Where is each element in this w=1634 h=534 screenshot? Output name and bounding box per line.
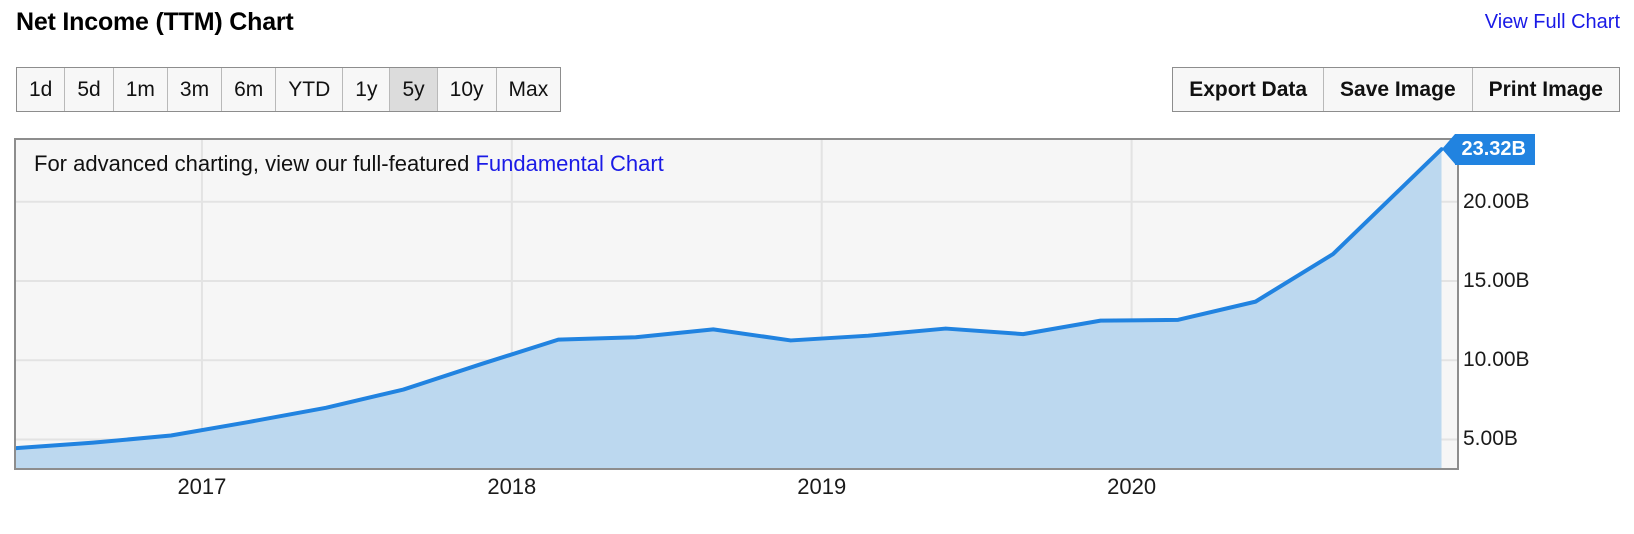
page-title: Net Income (TTM) Chart — [16, 8, 294, 36]
latest-value-badge: 23.32B — [1441, 133, 1535, 165]
y-axis-tick-label: 5.00B — [1463, 427, 1518, 451]
chart-note: For advanced charting, view our full-fea… — [34, 151, 664, 177]
range-button-10y[interactable]: 10y — [437, 68, 497, 111]
chart-note-text: For advanced charting, view our full-fea… — [34, 151, 476, 176]
y-axis-tick-label: 20.00B — [1463, 189, 1530, 213]
range-button-1y[interactable]: 1y — [343, 68, 391, 111]
chart-area[interactable]: For advanced charting, view our full-fea… — [14, 138, 1459, 470]
print-image-button[interactable]: Print Image — [1472, 68, 1619, 111]
range-button-5y[interactable]: 5y — [390, 68, 438, 111]
y-axis-tick-label: 10.00B — [1463, 348, 1530, 372]
y-axis-tick-label: 15.00B — [1463, 269, 1530, 293]
range-button-5d[interactable]: 5d — [65, 68, 114, 111]
net-income-area-chart — [16, 140, 1457, 468]
y-axis-labels: 5.00B 10.00B 15.00B 20.00B — [1463, 138, 1623, 470]
x-axis-tick-label: 2018 — [487, 474, 537, 499]
x-axis-tick-label: 2020 — [1107, 474, 1157, 499]
export-data-button[interactable]: Export Data — [1173, 68, 1325, 111]
range-button-1d[interactable]: 1d — [17, 68, 66, 111]
save-image-button[interactable]: Save Image — [1324, 68, 1473, 111]
range-button-ytd[interactable]: YTD — [276, 68, 344, 111]
view-full-chart-link[interactable]: View Full Chart — [1485, 11, 1620, 34]
range-button-max[interactable]: Max — [496, 68, 561, 111]
x-axis-labels: 2017 2018 2019 2020 — [0, 474, 1634, 514]
range-selector: 1d 5d 1m 3m 6m YTD 1y 5y 10y Max — [16, 67, 562, 112]
range-button-6m[interactable]: 6m — [222, 68, 277, 111]
x-axis-tick-label: 2017 — [177, 474, 227, 499]
range-button-1m[interactable]: 1m — [113, 68, 168, 111]
x-axis-tick-label: 2019 — [797, 474, 847, 499]
range-button-3m[interactable]: 3m — [167, 68, 223, 111]
page-header: Net Income (TTM) Chart View Full Chart — [0, 0, 1634, 50]
chart-actions: Export Data Save Image Print Image — [1172, 67, 1620, 112]
fundamental-chart-link[interactable]: Fundamental Chart — [475, 151, 663, 176]
